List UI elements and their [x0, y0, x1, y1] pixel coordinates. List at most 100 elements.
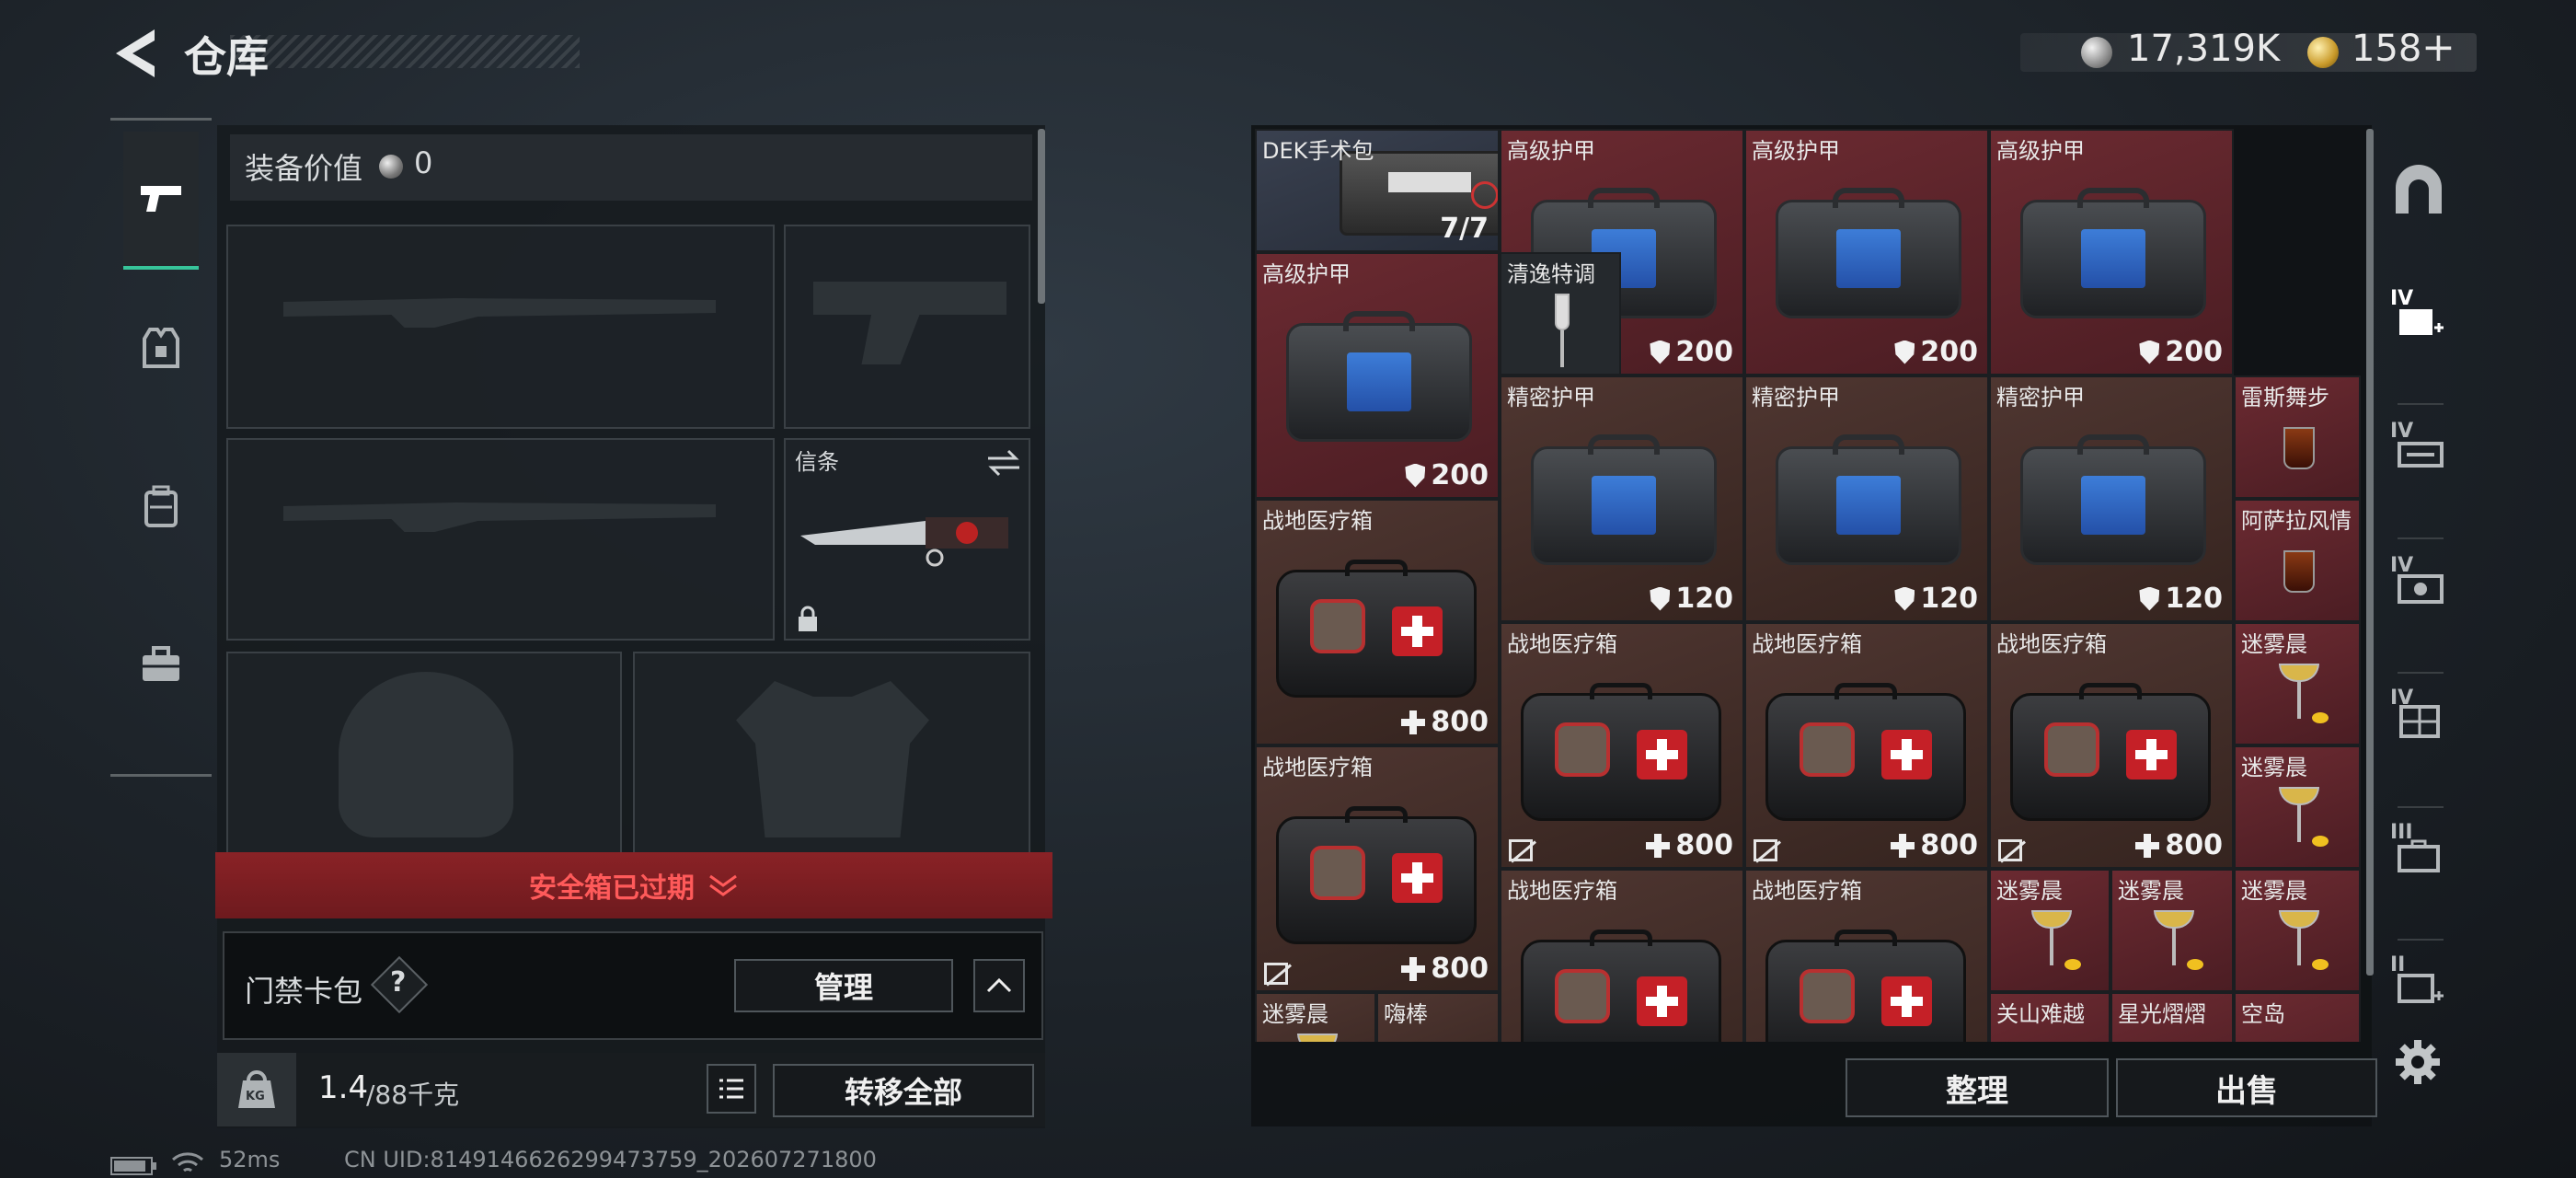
- swap-icon[interactable]: [986, 449, 1021, 477]
- lemon-garnish: [2312, 712, 2329, 724]
- transfer-all-button[interactable]: 转移全部: [773, 1064, 1034, 1117]
- item-name: DEK手术包: [1262, 138, 1374, 164]
- durability-shield-icon: [2139, 586, 2160, 611]
- safebox-expired-banner[interactable]: 安全箱已过期: [215, 852, 1052, 918]
- glass-stem: [2172, 928, 2176, 965]
- inventory-item[interactable]: 清逸特调: [1500, 252, 1621, 375]
- item-name: 阿萨拉风情: [2241, 508, 2352, 534]
- sell-button[interactable]: 出售: [2116, 1058, 2377, 1117]
- nav-backpack[interactable]: [123, 437, 199, 575]
- inventory-item[interactable]: 迷雾晨: [2110, 869, 2234, 992]
- inventory-item[interactable]: 战地医疗箱 800: [1255, 745, 1500, 992]
- item-value: 200: [2139, 336, 2223, 368]
- inventory-item[interactable]: 迷雾晨: [2234, 869, 2361, 992]
- weight-icon-text: KG: [246, 1090, 265, 1103]
- pistol-icon: [141, 186, 181, 212]
- inventory-item[interactable]: 迷雾晨: [1255, 992, 1376, 1042]
- inventory-item[interactable]: 战地医疗箱 800: [1989, 622, 2234, 869]
- item-value-text: 200: [2165, 336, 2223, 368]
- cocktail-glass-icon: [2279, 786, 2319, 805]
- item-name: 战地医疗箱: [1752, 878, 1862, 904]
- inventory-item[interactable]: 精密护甲 120: [1989, 375, 2234, 622]
- inventory-item[interactable]: 星光熠熠: [2110, 992, 2234, 1042]
- durability-shield-icon: [1894, 586, 1915, 611]
- secondary-weapon-slot[interactable]: [226, 438, 775, 641]
- keycard-bar: 门禁卡包 ? 管理: [223, 931, 1043, 1040]
- chevron-down-icon: [709, 874, 737, 896]
- item-name: 迷雾晨: [1262, 1001, 1328, 1027]
- lock-icon: [799, 606, 817, 631]
- tab-storage-2[interactable]: IV: [2390, 420, 2447, 475]
- item-name: 清逸特调: [1507, 261, 1595, 287]
- inventory-item[interactable]: 战地医疗箱 800: [1744, 622, 1989, 869]
- inventory-item[interactable]: 关山难越: [1989, 992, 2110, 1042]
- heal-plus-icon: [1646, 833, 1671, 858]
- nav-armor[interactable]: [123, 279, 199, 417]
- inventory-item[interactable]: 迷雾晨: [1989, 869, 2110, 992]
- item-name: 高级护甲: [1752, 138, 1840, 164]
- shelf-icon: [2399, 705, 2440, 738]
- inventory-item[interactable]: 迷雾晨: [2234, 622, 2361, 745]
- tab-storage-1[interactable]: IV: [2390, 287, 2447, 342]
- inventory-item[interactable]: 精密护甲 120: [1500, 375, 1744, 622]
- collapse-button[interactable]: [973, 959, 1025, 1012]
- nav-safebox[interactable]: [123, 595, 199, 733]
- melee-slot[interactable]: 信条: [784, 438, 1030, 641]
- inventory-item[interactable]: 雷斯舞步: [2234, 375, 2361, 499]
- inventory-item[interactable]: 战地医疗箱: [1744, 869, 1989, 1042]
- inventory-item[interactable]: 精密护甲 120: [1744, 375, 1989, 622]
- tab-storage-6[interactable]: II: [2390, 953, 2447, 1009]
- item-name: 星光熠熠: [2118, 1001, 2206, 1027]
- item-value: 120: [1894, 583, 1978, 615]
- sort-button[interactable]: 整理: [1846, 1058, 2109, 1117]
- inventory-item[interactable]: 战地医疗箱 800: [1255, 499, 1500, 745]
- item-value-text: 800: [1920, 829, 1978, 861]
- weapon-case-icon: [2398, 442, 2444, 468]
- tab-vault[interactable]: [2390, 162, 2447, 217]
- nav-weapons[interactable]: [123, 132, 199, 270]
- inventory-item[interactable]: 战地医疗箱 800: [1500, 622, 1744, 869]
- equipment-scrollbar[interactable]: [1038, 129, 1045, 304]
- item-value-text: 200: [1675, 336, 1733, 368]
- tab-storage-5[interactable]: III: [2390, 821, 2447, 876]
- tab-storage-4[interactable]: IV: [2390, 687, 2447, 742]
- inventory-item[interactable]: 高级护甲 200: [1744, 129, 1989, 375]
- cocktail-glass-icon: [1555, 293, 1570, 330]
- gold-amount: 158: [2352, 28, 2422, 70]
- body-armor-slot[interactable]: [633, 652, 1030, 854]
- add-gold-button[interactable]: +: [2421, 24, 2455, 71]
- item-value: 120: [2139, 583, 2223, 615]
- inventory-item[interactable]: 高级护甲 200: [1989, 129, 2234, 375]
- inventory-item[interactable]: 阿萨拉风情: [2234, 499, 2361, 622]
- item-name: 迷雾晨: [2241, 755, 2307, 780]
- inventory-item[interactable]: 空岛: [2234, 992, 2361, 1042]
- primary-weapon-slot[interactable]: [226, 225, 775, 429]
- item-name: 迷雾晨: [2241, 631, 2307, 657]
- pistol-slot[interactable]: [784, 225, 1030, 429]
- inventory-item[interactable]: 嗨棒: [1376, 992, 1500, 1042]
- armor-vest-icon: [143, 328, 179, 368]
- item-value: 800: [1401, 953, 1489, 985]
- list-view-button[interactable]: [707, 1064, 756, 1114]
- lemon-garnish: [2064, 959, 2081, 971]
- help-icon: ?: [390, 966, 407, 999]
- melee-slot-label: 信条: [795, 449, 839, 475]
- inventory-scrollbar[interactable]: [2366, 129, 2374, 976]
- ammo-case-icon: [2398, 574, 2444, 604]
- inventory-item[interactable]: 高级护甲 200: [1255, 252, 1500, 499]
- item-value-text: 7/7: [1440, 213, 1489, 245]
- inventory-item[interactable]: DEK手术包 7/7: [1255, 129, 1500, 252]
- settings-button[interactable]: [2394, 1038, 2451, 1093]
- inventory-item[interactable]: 战地医疗箱: [1500, 869, 1744, 1042]
- manage-button[interactable]: 管理: [734, 959, 953, 1012]
- tab-storage-3[interactable]: IV: [2390, 554, 2447, 609]
- glass-stem: [2050, 928, 2053, 965]
- cocktail-glass-icon: [2031, 909, 2072, 929]
- item-name: 精密护甲: [1752, 385, 1840, 410]
- item-value-text: 120: [1920, 583, 1978, 615]
- safebox-warning-text: 安全箱已过期: [529, 872, 695, 905]
- heal-plus-icon: [1401, 956, 1426, 981]
- inventory-item[interactable]: 迷雾晨: [2234, 745, 2361, 869]
- helmet-slot[interactable]: [226, 652, 622, 854]
- back-arrow-icon[interactable]: [109, 26, 158, 81]
